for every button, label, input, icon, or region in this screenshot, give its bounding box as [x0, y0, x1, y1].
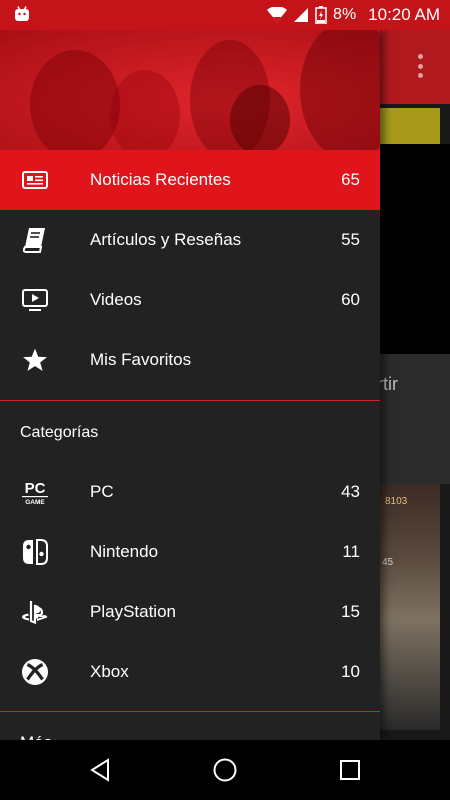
wifi-icon [267, 7, 288, 22]
background-media [380, 144, 450, 354]
drawer-item-label: PC [90, 482, 114, 501]
drawer-item-videos[interactable]: Videos 60 [0, 270, 380, 330]
background-image [380, 484, 440, 730]
drawer-item-label: Xbox [90, 662, 129, 681]
navigation-drawer: Noticias Recientes 65 Artículos y Reseña… [0, 30, 380, 740]
drawer-item-mis-favoritos[interactable]: Mis Favoritos [0, 330, 380, 390]
section-divider [0, 400, 380, 401]
pc-game-icon: PC GAME [20, 478, 50, 506]
drawer-item-count: 55 [341, 230, 360, 249]
overflow-menu-icon[interactable] [418, 54, 424, 78]
recents-icon[interactable] [336, 756, 364, 784]
drawer-item-label: Videos [90, 290, 142, 309]
battery-icon [315, 6, 327, 24]
svg-text:PC: PC [25, 480, 46, 497]
android-debug-icon [15, 6, 29, 21]
xbox-icon [20, 658, 50, 686]
drawer-item-label: Noticias Recientes [90, 170, 231, 189]
status-bar: 8% 10:20 AM [0, 0, 450, 30]
nintendo-switch-icon [20, 538, 50, 566]
drawer-header-image [0, 30, 380, 150]
star-icon [20, 346, 50, 374]
background-banner [380, 108, 440, 144]
back-icon[interactable] [86, 756, 114, 784]
background-toolbar [380, 30, 450, 104]
battery-percent: 8% [333, 6, 357, 23]
drawer-item-label: PlayStation [90, 602, 176, 621]
drawer-item-label: Mis Favoritos [90, 350, 192, 369]
svg-text:GAME: GAME [25, 499, 45, 505]
home-icon[interactable] [211, 756, 239, 784]
drawer-item-nintendo[interactable]: Nintendo 11 [0, 522, 380, 582]
background-image-number: 8103 [385, 496, 408, 507]
drawer-item-pc[interactable]: PC GAME PC 43 [0, 462, 380, 522]
categories-heading: Categorías [20, 424, 99, 441]
cell-signal-icon [294, 8, 309, 22]
newspaper-icon [20, 166, 50, 194]
status-time: 10:20 AM [368, 5, 440, 24]
drawer-item-playstation[interactable]: PlayStation 15 [0, 582, 380, 642]
book-icon [20, 226, 50, 254]
drawer-item-label: Artículos y Reseñas [90, 230, 242, 249]
video-icon [20, 286, 50, 314]
drawer-item-count: 65 [341, 170, 360, 189]
system-nav-bar [0, 740, 450, 800]
drawer-item-count: 10 [341, 662, 360, 681]
drawer-item-label: Nintendo [90, 542, 159, 561]
drawer-item-count: 60 [341, 290, 360, 309]
drawer-item-articulos-resenas[interactable]: Artículos y Reseñas 55 [0, 210, 380, 270]
drawer-item-count: 43 [341, 482, 360, 501]
drawer-item-xbox[interactable]: Xbox 10 [0, 642, 380, 702]
drawer-item-count: 11 [342, 542, 360, 561]
drawer-item-noticias-recientes[interactable]: Noticias Recientes 65 [0, 150, 380, 210]
playstation-icon [20, 598, 50, 626]
background-image-number: 45 [382, 557, 394, 568]
section-divider [0, 711, 380, 712]
drawer-item-count: 15 [341, 602, 360, 621]
